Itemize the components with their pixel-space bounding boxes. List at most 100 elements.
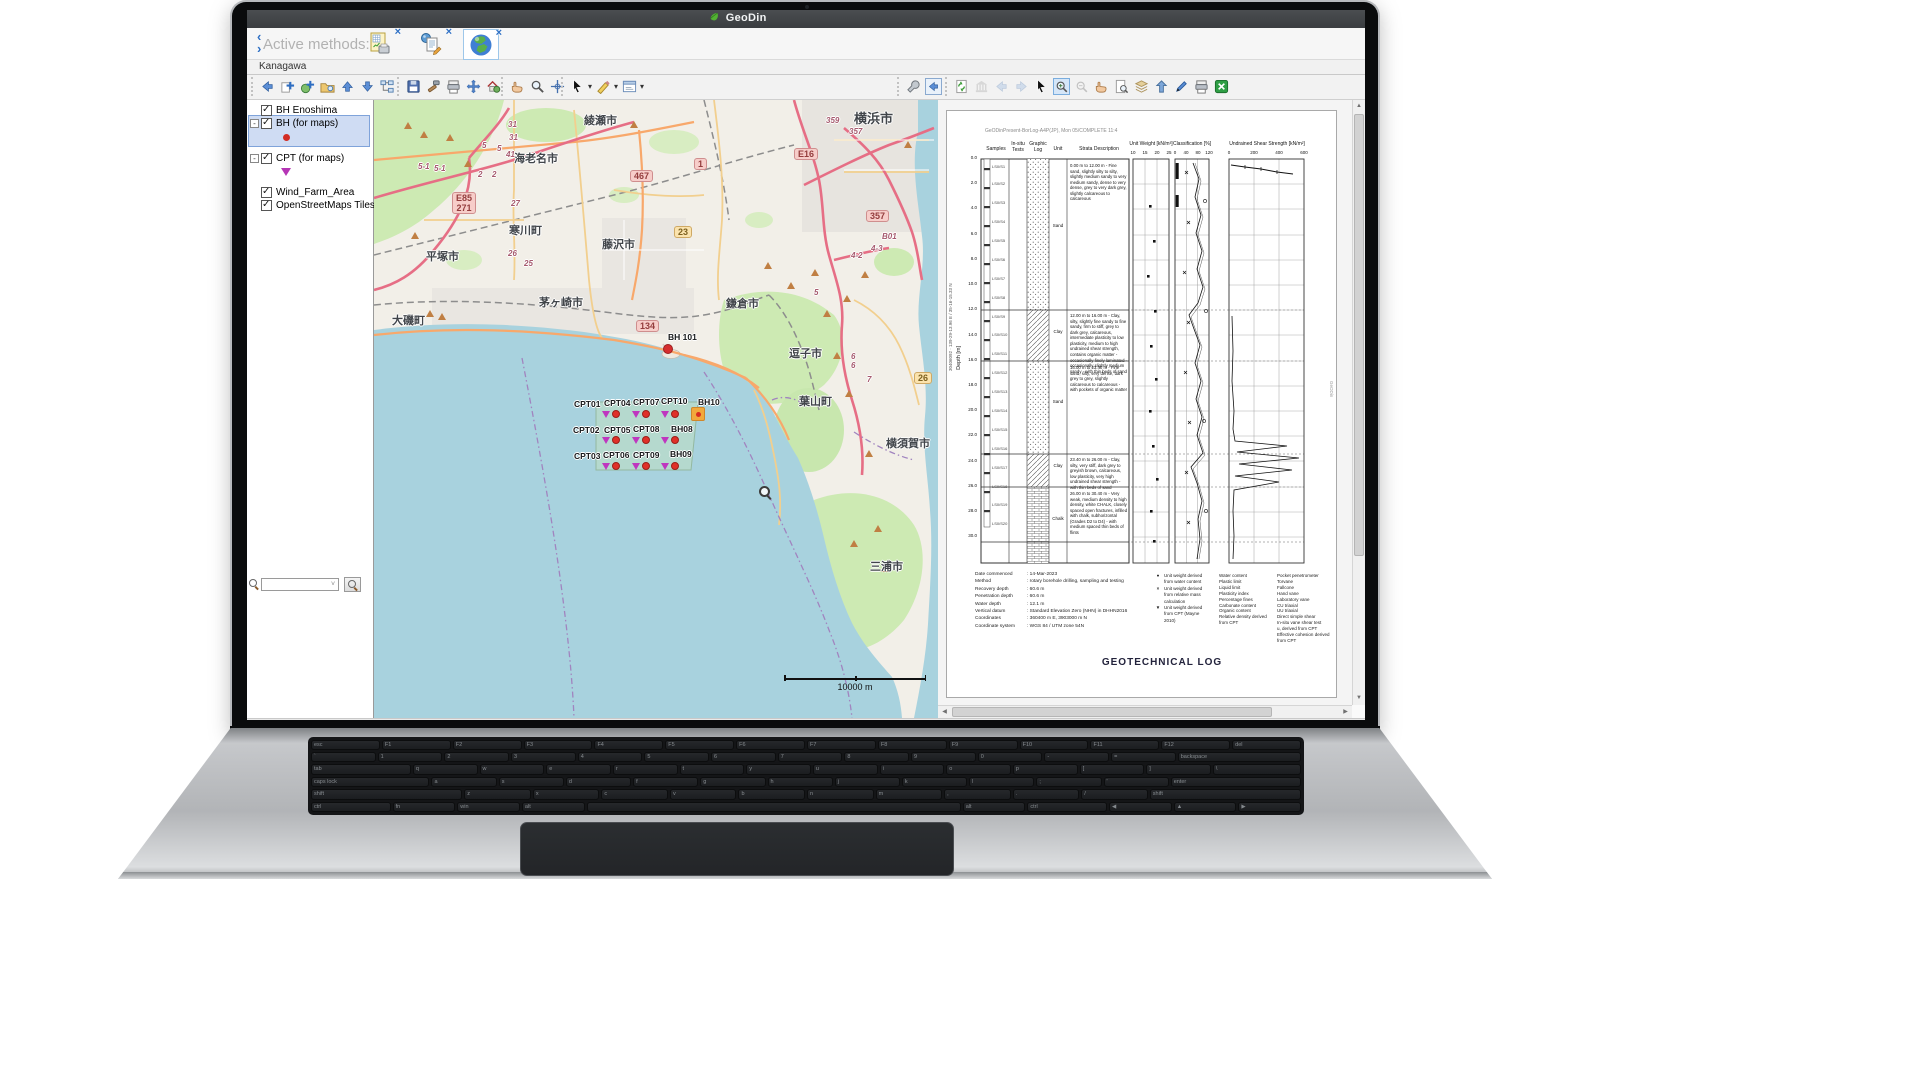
cursor-icon[interactable] (1033, 78, 1050, 95)
scroll-down-icon[interactable]: ▼ (1353, 692, 1365, 705)
cpt-marker-icon[interactable] (632, 463, 640, 470)
form-view-icon[interactable] (621, 78, 638, 95)
layer-checkbox[interactable] (261, 153, 272, 164)
edit-dropdown-icon[interactable]: ▾ (614, 82, 618, 91)
unit-label: Sand (1049, 223, 1067, 228)
back-navigation-icon[interactable] (925, 78, 942, 95)
bh-marker-icon[interactable] (671, 436, 679, 444)
add-item-icon[interactable] (279, 78, 296, 95)
close-method-icon[interactable]: × (395, 26, 401, 38)
add-layer-icon[interactable] (299, 78, 316, 95)
report-method-button[interactable]: × (363, 29, 397, 58)
cpt-bh-marker-pair[interactable] (661, 436, 679, 444)
tools-hammer-icon[interactable] (425, 78, 442, 95)
raise-icon[interactable] (1153, 78, 1170, 95)
scroll-left-icon[interactable]: ◀ (938, 706, 951, 718)
home-icon[interactable] (973, 78, 990, 95)
cursor-select-icon[interactable] (569, 78, 586, 95)
tree-view-icon[interactable] (379, 78, 396, 95)
map-method-button[interactable]: × (463, 29, 499, 60)
move-up-icon[interactable] (339, 78, 356, 95)
folder-search-icon[interactable] (319, 78, 336, 95)
bh-marker-icon[interactable] (671, 462, 679, 470)
data-entry-method-button[interactable]: × (414, 29, 448, 58)
layer-checkbox[interactable] (261, 118, 272, 129)
nav-forward-icon[interactable] (1013, 78, 1030, 95)
bh-marker-icon[interactable] (612, 462, 620, 470)
bh-marker-icon[interactable] (612, 436, 620, 444)
hand-select-icon[interactable] (509, 78, 526, 95)
selected-bh10-marker[interactable] (691, 407, 705, 421)
column-header: In-situ Tests (1008, 142, 1028, 153)
form-dropdown-icon[interactable]: ▾ (640, 82, 644, 91)
collapse-toggle[interactable]: - (250, 154, 259, 163)
project-tab-label[interactable]: Kanagawa (259, 61, 306, 72)
print-icon[interactable] (1193, 78, 1210, 95)
cpt-marker-icon[interactable] (661, 411, 669, 418)
zoom-in-icon[interactable] (1053, 78, 1070, 95)
bh-marker-icon[interactable] (642, 410, 650, 418)
pan-move-icon[interactable] (465, 78, 482, 95)
cpt-bh-marker-pair[interactable] (602, 462, 620, 470)
magnifier-icon[interactable] (529, 78, 546, 95)
bh-marker-icon[interactable] (671, 410, 679, 418)
peak-icon (850, 540, 858, 547)
cpt-bh-marker-pair[interactable] (661, 410, 679, 418)
expand-right-icon[interactable]: › (257, 44, 261, 54)
save-icon[interactable] (405, 78, 422, 95)
close-method-icon[interactable]: × (446, 26, 452, 38)
zoom-out-icon[interactable] (1073, 78, 1090, 95)
cpt-bh-marker-pair[interactable] (602, 410, 620, 418)
export-stack-icon[interactable] (1133, 78, 1150, 95)
vertical-scroll-thumb[interactable] (1354, 114, 1364, 556)
cpt-bh-marker-pair[interactable] (632, 436, 650, 444)
cpt-bh-marker-pair[interactable] (602, 436, 620, 444)
document-viewer[interactable]: GeODinPresent-BorLog-A4P(JP), Mon 05/COM… (938, 100, 1352, 705)
wrench-icon[interactable] (905, 78, 922, 95)
cpt-marker-icon[interactable] (632, 411, 640, 418)
cpt-bh-marker-pair[interactable] (661, 462, 679, 470)
cpt-bh-marker-pair[interactable] (632, 410, 650, 418)
close-method-icon[interactable]: × (496, 27, 502, 39)
vertical-scrollbar[interactable]: ▲ ▼ (1352, 100, 1365, 705)
preview-icon[interactable] (1113, 78, 1130, 95)
scroll-up-icon[interactable]: ▲ (1353, 100, 1365, 113)
bh-marker-icon[interactable] (612, 410, 620, 418)
layer-checkbox[interactable] (261, 105, 272, 116)
refresh-report-icon[interactable] (953, 78, 970, 95)
chevron-down-icon[interactable]: ˅ (331, 581, 335, 588)
bh-marker-icon[interactable] (642, 436, 650, 444)
edit-draw-icon[interactable] (595, 78, 612, 95)
cpt-marker-icon[interactable] (602, 463, 610, 470)
horizontal-scroll-thumb[interactable] (952, 707, 1272, 717)
nav-back-icon[interactable] (993, 78, 1010, 95)
layer-search-input[interactable] (261, 578, 339, 591)
pan-hand-icon[interactable] (1093, 78, 1110, 95)
bh-legend-symbol (283, 134, 290, 141)
cpt-marker-icon[interactable] (632, 437, 640, 444)
print-icon[interactable] (445, 78, 462, 95)
layer-search-button[interactable] (344, 577, 361, 592)
cpt-marker-icon[interactable] (602, 411, 610, 418)
cursor-dropdown-icon[interactable]: ▾ (588, 82, 592, 91)
home-extent-icon[interactable] (485, 78, 502, 95)
nav-back-icon[interactable] (259, 78, 276, 95)
keyboard-key: tab (311, 764, 411, 774)
layer-checkbox[interactable] (261, 200, 272, 211)
cpt-marker-icon[interactable] (602, 437, 610, 444)
scroll-right-icon[interactable]: ▶ (1339, 706, 1352, 718)
depth-tick-label: 20.0 (951, 407, 977, 412)
cpt-bh-marker-pair[interactable] (632, 462, 650, 470)
collapse-toggle[interactable]: - (250, 119, 259, 128)
excel-export-icon[interactable] (1213, 78, 1230, 95)
city-label: 平塚市 (426, 248, 459, 264)
cpt-marker-icon[interactable] (661, 437, 669, 444)
bh-marker-icon[interactable] (642, 462, 650, 470)
horizontal-scrollbar[interactable]: ◀ ▶ (938, 705, 1352, 718)
bh101-marker[interactable] (663, 344, 673, 354)
map-view[interactable]: 綾瀬市海老名市寒川町藤沢市平塚市茅ヶ崎市大磯町鎌倉市横浜市逗子市葉山町横須賀市三… (374, 100, 938, 718)
move-down-icon[interactable] (359, 78, 376, 95)
layer-checkbox[interactable] (261, 187, 272, 198)
annotate-pen-icon[interactable] (1173, 78, 1190, 95)
cpt-marker-icon[interactable] (661, 463, 669, 470)
